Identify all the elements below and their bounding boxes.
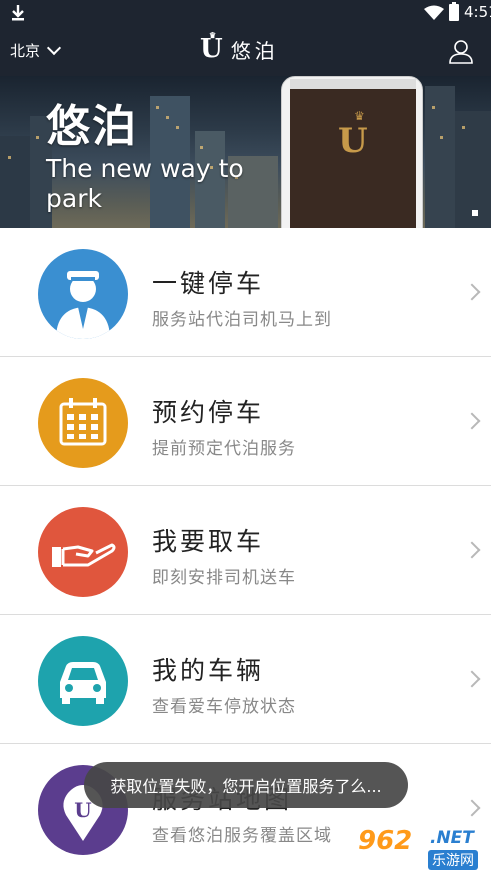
chevron-down-icon <box>46 40 62 56</box>
battery-icon <box>449 2 459 21</box>
wifi-icon <box>424 5 444 20</box>
promo-banner[interactable]: 悠泊 The new way to park ♛ U <box>0 76 491 228</box>
menu-label: 预约停车 <box>152 398 265 427</box>
menu-desc: 查看悠泊服务覆盖区域 <box>152 826 332 846</box>
menu-item-my-vehicle[interactable]: 我的车辆 查看爱车停放状态 <box>0 615 491 744</box>
watermark-site: 乐游网 <box>428 850 478 870</box>
toast-text: 获取位置失败，您开启位置服务了么... <box>110 777 382 796</box>
chevron-right-icon <box>463 670 481 688</box>
app-title: 悠泊 <box>230 38 279 63</box>
banner-title: 悠泊 <box>46 101 138 152</box>
status-bar: 4:51 <box>0 0 491 26</box>
menu-desc: 提前预定代泊服务 <box>152 439 296 459</box>
banner-subtitle: The new way to park <box>46 154 244 213</box>
location-toast: 获取位置失败，您开启位置服务了么... <box>84 762 408 808</box>
valet-driver-icon <box>38 249 128 339</box>
chevron-right-icon <box>463 283 481 301</box>
car-icon <box>38 636 128 726</box>
download-icon <box>12 5 24 21</box>
hand-icon <box>38 507 128 597</box>
chevron-right-icon <box>463 541 481 559</box>
site-watermark: 962 .NET 乐游网 <box>356 826 488 870</box>
watermark-number: 962 <box>358 826 413 856</box>
watermark-suffix: .NET <box>430 828 474 848</box>
menu-desc: 即刻安排司机送车 <box>152 568 296 588</box>
app-bar: 北京 U 悠泊 <box>0 26 491 76</box>
app-brand: U 悠泊 <box>200 30 279 64</box>
chevron-right-icon <box>463 799 481 817</box>
phone-mockup: ♛ U <box>281 76 423 228</box>
user-profile-icon[interactable] <box>448 38 474 64</box>
menu-item-one-key-parking[interactable]: 一键停车 服务站代泊司机马上到 <box>0 228 491 357</box>
menu-label: 我要取车 <box>152 527 265 556</box>
carousel-indicator[interactable] <box>472 210 478 216</box>
city-selector[interactable]: 北京 <box>10 40 62 61</box>
calendar-icon <box>38 378 128 468</box>
brand-logo: U <box>200 30 223 64</box>
city-label: 北京 <box>10 42 41 60</box>
chevron-right-icon <box>463 412 481 430</box>
svg-text:U: U <box>74 798 91 822</box>
menu-item-reserve-parking[interactable]: 预约停车 提前预定代泊服务 <box>0 357 491 486</box>
menu-desc: 服务站代泊司机马上到 <box>152 310 332 330</box>
menu-item-retrieve-car[interactable]: 我要取车 即刻安排司机送车 <box>0 486 491 615</box>
menu-label: 一键停车 <box>152 269 265 298</box>
phone-logo: U <box>338 121 368 161</box>
menu-desc: 查看爱车停放状态 <box>152 697 296 717</box>
status-time: 4:51 <box>464 3 491 21</box>
menu-label: 我的车辆 <box>152 656 265 685</box>
